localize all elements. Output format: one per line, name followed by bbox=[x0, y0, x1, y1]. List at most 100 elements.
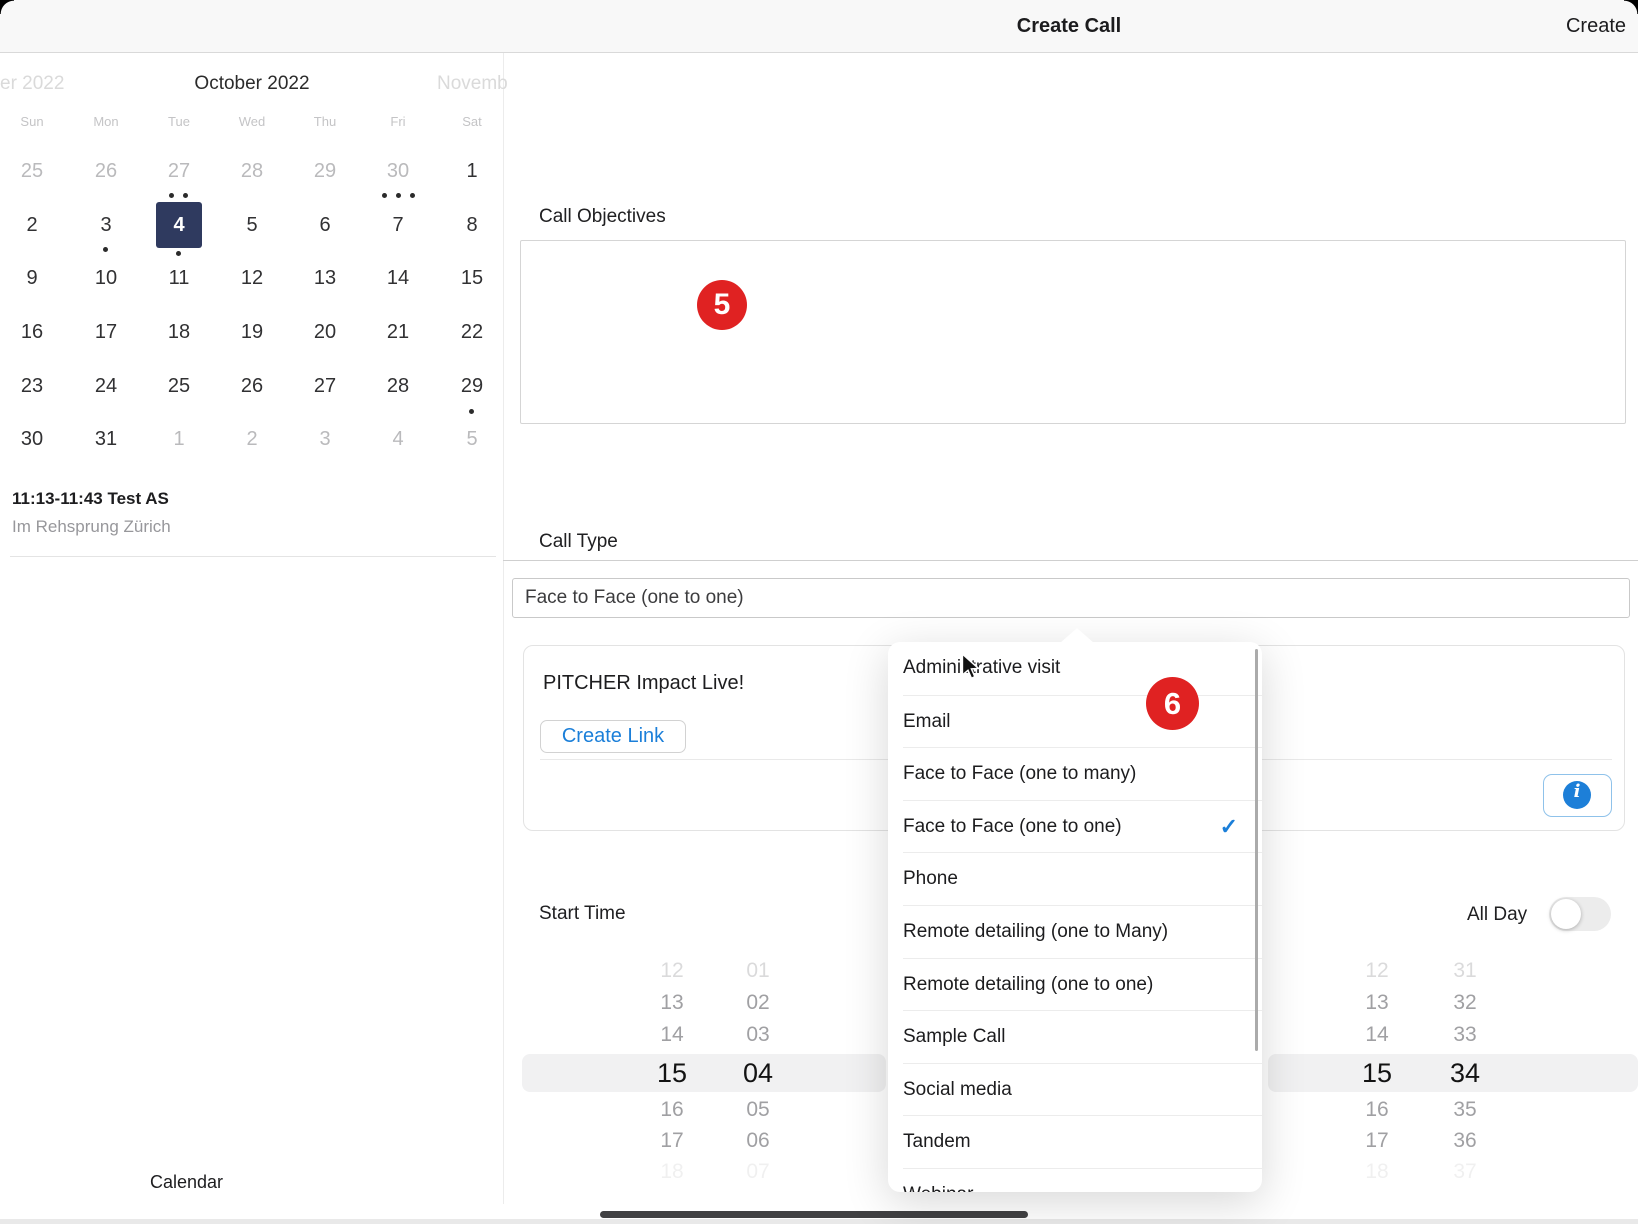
calendar-day[interactable]: 21 bbox=[375, 309, 421, 355]
calendar-day[interactable]: 25 bbox=[156, 363, 202, 409]
dropdown-item[interactable]: Email bbox=[903, 695, 1262, 748]
dropdown-item[interactable]: Sample Call bbox=[903, 1010, 1262, 1063]
calendar-day[interactable]: 2 bbox=[9, 202, 55, 248]
calendar-day[interactable]: 4 bbox=[375, 416, 421, 462]
calendar-day[interactable]: 5 bbox=[229, 202, 275, 248]
horizontal-scroll-indicator[interactable] bbox=[600, 1211, 1028, 1218]
calendar-day[interactable]: 28 bbox=[229, 148, 275, 194]
calendar-day[interactable]: 8 bbox=[449, 202, 495, 248]
create-button[interactable]: Create bbox=[1566, 0, 1626, 52]
calendar-day[interactable]: 10 bbox=[83, 255, 129, 301]
calendar-day[interactable]: 12 bbox=[229, 255, 275, 301]
dropdown-item[interactable]: Phone bbox=[903, 852, 1262, 905]
wheel-value: 17 bbox=[1332, 1124, 1422, 1158]
dropdown-item[interactable]: Social media bbox=[903, 1063, 1262, 1116]
calendar-day[interactable]: 9 bbox=[9, 255, 55, 301]
calendar-day[interactable]: 5 bbox=[449, 416, 495, 462]
calendar-day[interactable]: 31 bbox=[83, 416, 129, 462]
wheel-value: 07 bbox=[713, 1155, 803, 1189]
calendar-day[interactable]: 22 bbox=[449, 309, 495, 355]
dropdown-item[interactable]: Tandem bbox=[903, 1115, 1262, 1168]
calendar-day[interactable]: 28 bbox=[375, 363, 421, 409]
start-minute-wheel[interactable]: 01 02 03 04 05 06 07 bbox=[713, 950, 803, 1196]
calendar-day[interactable]: 11 bbox=[156, 255, 202, 301]
dropdown-item-label: Face to Face (one to many) bbox=[903, 763, 1136, 784]
calendar-day[interactable]: 16 bbox=[9, 309, 55, 355]
next-month-label[interactable]: Novemb bbox=[437, 71, 508, 97]
wheel-value: 17 bbox=[627, 1124, 717, 1158]
weekday-label: Sat bbox=[444, 114, 500, 129]
wheel-value: 06 bbox=[713, 1124, 803, 1158]
wheel-value: 12 bbox=[1332, 954, 1422, 988]
call-objectives-label: Call Objectives bbox=[539, 206, 666, 228]
calendar-day[interactable]: 30 bbox=[9, 416, 55, 462]
weekday-label: Sun bbox=[4, 114, 60, 129]
calendar-day[interactable]: 18 bbox=[156, 309, 202, 355]
event-dot bbox=[176, 251, 181, 256]
call-objectives-input[interactable] bbox=[520, 240, 1626, 424]
calendar-day[interactable]: 14 bbox=[375, 255, 421, 301]
calendar-day[interactable]: 1 bbox=[156, 416, 202, 462]
wheel-value-selected: 15 bbox=[1332, 1054, 1422, 1092]
calendar-day[interactable]: 13 bbox=[302, 255, 348, 301]
call-type-value: Face to Face (one to one) bbox=[525, 579, 1629, 617]
calendar-day[interactable]: 25 bbox=[9, 148, 55, 194]
calendar-day[interactable]: 15 bbox=[449, 255, 495, 301]
end-minute-wheel[interactable]: 31 32 33 34 35 36 37 bbox=[1420, 950, 1510, 1196]
wheel-value: 13 bbox=[627, 986, 717, 1020]
calendar-day[interactable]: 24 bbox=[83, 363, 129, 409]
dropdown-item-label: Email bbox=[903, 711, 951, 732]
app-screen: Home Existing Calls Today Cancel Create … bbox=[0, 0, 1638, 1224]
wheel-value: 01 bbox=[713, 954, 803, 988]
dropdown-item-selected[interactable]: Face to Face (one to one) ✓ bbox=[903, 800, 1262, 853]
calendar-day[interactable]: 20 bbox=[302, 309, 348, 355]
prev-month-label[interactable]: er 2022 bbox=[0, 71, 64, 97]
calendar-day[interactable]: 29 bbox=[449, 363, 495, 409]
calendar-day[interactable]: 3 bbox=[83, 202, 129, 248]
calendar-day-selected[interactable]: 4 bbox=[156, 202, 202, 248]
calendar-day[interactable]: 30 bbox=[375, 148, 421, 194]
create-link-button[interactable]: Create Link bbox=[540, 720, 686, 753]
checkmark-icon: ✓ bbox=[1220, 801, 1238, 854]
page-title: Create Call bbox=[500, 0, 1638, 52]
calendar-day[interactable]: 1 bbox=[449, 148, 495, 194]
calendar-day[interactable]: 6 bbox=[302, 202, 348, 248]
start-hour-wheel[interactable]: 12 13 14 15 16 17 18 bbox=[627, 950, 717, 1196]
calendar-day[interactable]: 17 bbox=[83, 309, 129, 355]
end-hour-wheel[interactable]: 12 13 14 15 16 17 18 bbox=[1332, 950, 1422, 1196]
dropdown-item[interactable]: Remote detailing (one to Many) bbox=[903, 905, 1262, 958]
wheel-value: 02 bbox=[713, 986, 803, 1020]
calendar-day[interactable]: 26 bbox=[229, 363, 275, 409]
dropdown-item[interactable]: Remote detailing (one to one) bbox=[903, 958, 1262, 1011]
screen-corner bbox=[1624, 0, 1638, 14]
dropdown-item-label: Social media bbox=[903, 1079, 1012, 1100]
dropdown-item-label: Tandem bbox=[903, 1131, 971, 1152]
call-type-dropdown: Administrative visit Email Face to Face … bbox=[888, 642, 1262, 1192]
calendar-day[interactable]: 27 bbox=[156, 148, 202, 194]
dropdown-item[interactable]: Administrative visit bbox=[888, 642, 1262, 695]
event-dot bbox=[382, 193, 387, 198]
calendar-day[interactable]: 7 bbox=[375, 202, 421, 248]
calendar-day[interactable]: 3 bbox=[302, 416, 348, 462]
wheel-value-selected: 04 bbox=[713, 1054, 803, 1092]
wheel-value: 16 bbox=[627, 1093, 717, 1127]
calendar-day[interactable]: 2 bbox=[229, 416, 275, 462]
wheel-value: 14 bbox=[1332, 1018, 1422, 1052]
tab-calendar[interactable]: Calendar bbox=[150, 1172, 223, 1193]
info-button[interactable]: i bbox=[1543, 774, 1612, 817]
call-type-field[interactable]: Face to Face (one to one) bbox=[512, 578, 1630, 618]
event-dot bbox=[103, 247, 108, 252]
dropdown-item[interactable]: Face to Face (one to many) bbox=[903, 747, 1262, 800]
wheel-value-selected: 15 bbox=[627, 1054, 717, 1092]
calendar-day[interactable]: 29 bbox=[302, 148, 348, 194]
dropdown-item-clipped[interactable]: Webinar bbox=[903, 1168, 1262, 1192]
pane-divider bbox=[503, 52, 504, 1204]
calendar-day[interactable]: 23 bbox=[9, 363, 55, 409]
all-day-toggle[interactable] bbox=[1549, 897, 1611, 931]
event-list-item-title[interactable]: 11:13-11:43 Test AS bbox=[12, 489, 169, 509]
dropdown-item-label: Remote detailing (one to one) bbox=[903, 974, 1153, 995]
calendar-day[interactable]: 26 bbox=[83, 148, 129, 194]
calendar-day[interactable]: 27 bbox=[302, 363, 348, 409]
dropdown-scrollbar[interactable] bbox=[1255, 649, 1258, 1051]
calendar-day[interactable]: 19 bbox=[229, 309, 275, 355]
